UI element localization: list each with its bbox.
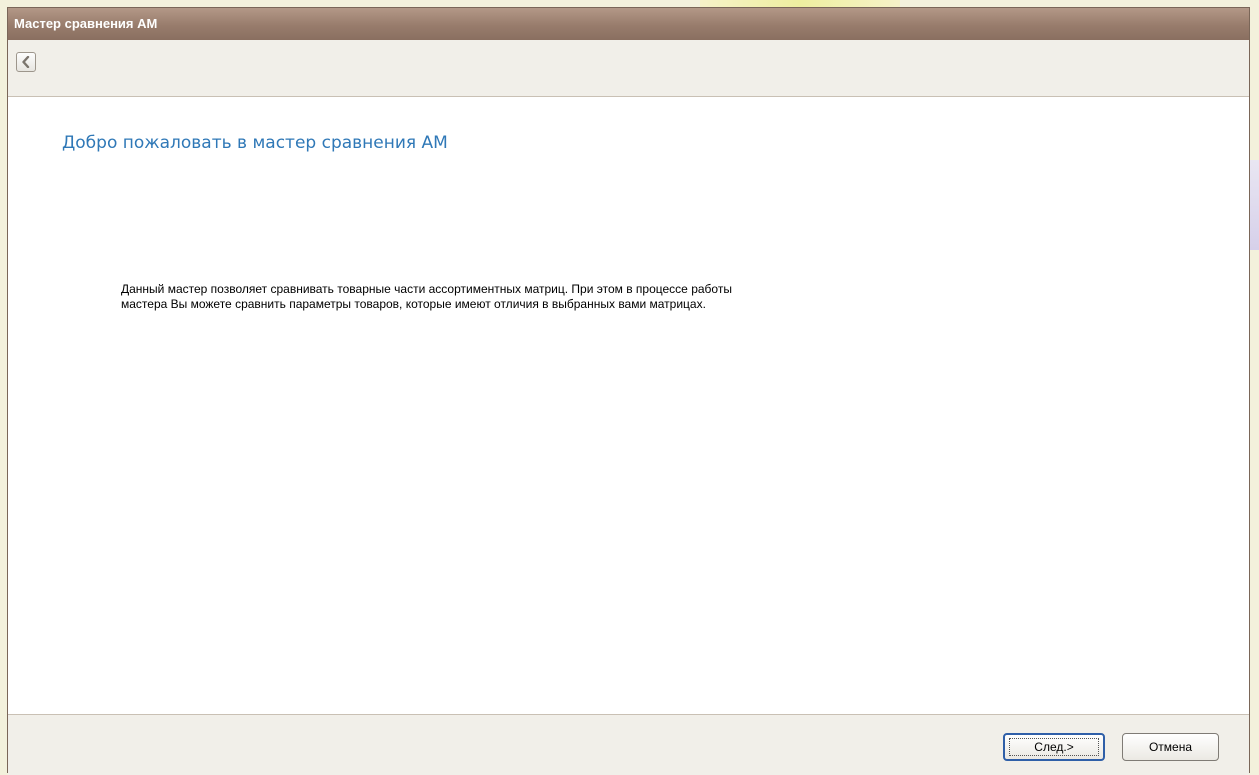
cancel-button[interactable]: Отмена (1122, 733, 1219, 761)
window-title: Мастер сравнения АМ (8, 8, 1249, 40)
wizard-dialog: Мастер сравнения АМ Добро пожаловать в м… (7, 7, 1250, 775)
description-line: Данный мастер позволяет сравнивать товар… (121, 282, 732, 296)
chevron-left-icon (22, 56, 30, 68)
wizard-toolbar (8, 40, 1249, 97)
page-title: Добро пожаловать в мастер сравнения АМ (62, 133, 448, 153)
next-button[interactable]: След.> (1003, 733, 1105, 761)
wizard-description: Данный мастер позволяет сравнивать товар… (121, 282, 941, 312)
focus-rectangle (1009, 738, 1099, 756)
description-line: мастера Вы можете сравнить параметры тов… (121, 297, 706, 311)
wizard-content: Добро пожаловать в мастер сравнения АМ Д… (8, 97, 1249, 714)
desktop-background-right (1250, 160, 1259, 250)
wizard-footer: След.> Отмена (8, 714, 1249, 775)
back-button[interactable] (16, 52, 36, 72)
